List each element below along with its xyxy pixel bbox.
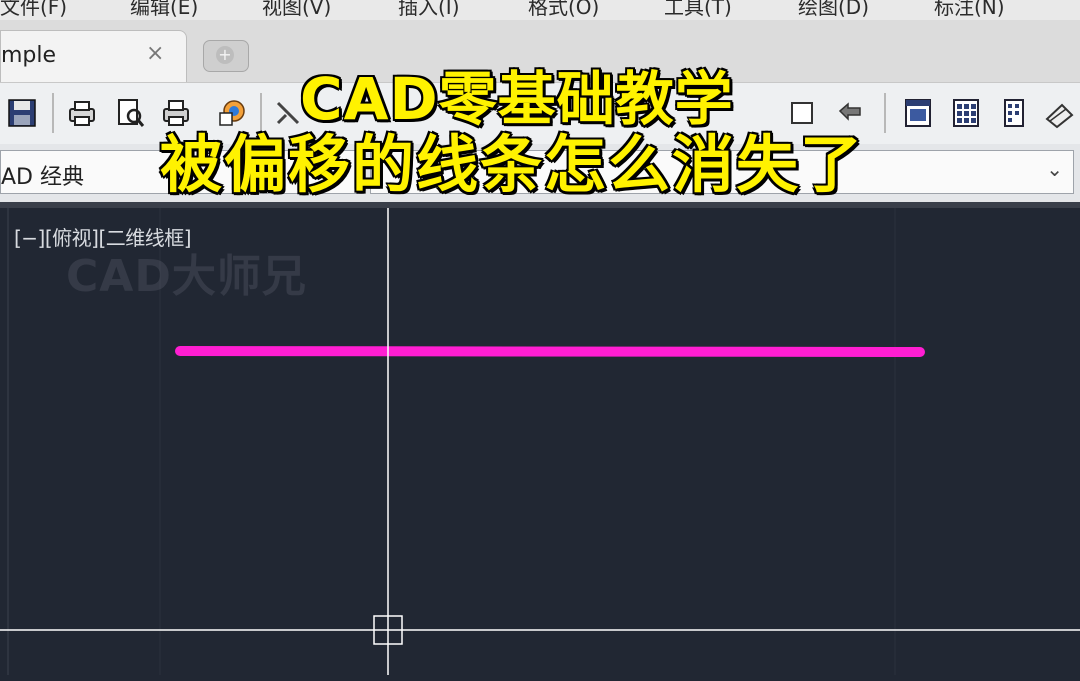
toolbar-separator	[52, 93, 54, 133]
tool-palette-icon[interactable]	[998, 97, 1030, 129]
new-tab-button[interactable]: +	[203, 40, 249, 72]
menu-edit[interactable]: 编辑(E)	[130, 0, 198, 20]
print-icon[interactable]	[66, 97, 98, 129]
sheet-set-icon[interactable]	[1044, 97, 1076, 129]
menu-dimension[interactable]: 标注(N)	[934, 0, 1005, 20]
menu-file[interactable]: 文件(F)	[0, 0, 67, 20]
menu-view[interactable]: 视图(V)	[262, 0, 331, 20]
menu-tools[interactable]: 工具(T)	[664, 0, 732, 20]
design-center-icon[interactable]	[950, 97, 982, 129]
toolbar-separator	[884, 93, 886, 133]
menu-draw[interactable]: 绘图(D)	[798, 0, 869, 20]
document-tab-label: mple	[1, 43, 57, 68]
workspace-selected-value: AD 经典	[1, 165, 84, 190]
plus-icon: +	[216, 46, 234, 64]
overlay-title-line2: 被偏移的线条怎么消失了	[159, 127, 865, 202]
document-tab-active[interactable]: mple ×	[0, 30, 187, 83]
menu-bar: 文件(F) 编辑(E) 视图(V) 插入(I) 格式(O) 工具(T) 绘图(D…	[0, 0, 1080, 21]
close-icon[interactable]: ×	[146, 41, 164, 66]
menu-format[interactable]: 格式(O)	[528, 0, 599, 20]
watermark-text: CAD大师兄	[66, 251, 307, 302]
print-preview-icon[interactable]	[114, 97, 146, 129]
menu-insert[interactable]: 插入(I)	[398, 0, 460, 20]
magenta-polyline[interactable]	[175, 346, 925, 357]
save-icon[interactable]	[6, 97, 38, 129]
chevron-down-icon[interactable]: ⌄	[1046, 157, 1063, 181]
properties-icon[interactable]	[902, 97, 934, 129]
